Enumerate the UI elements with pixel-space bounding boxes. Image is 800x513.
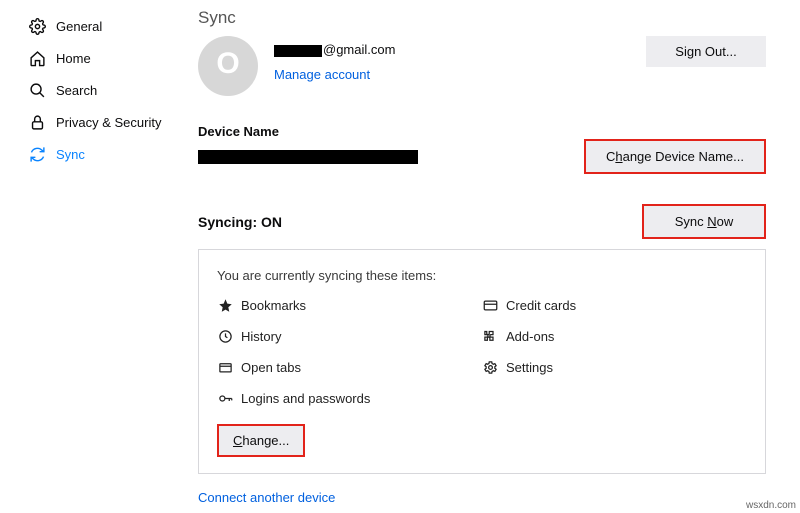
- avatar: O: [198, 36, 258, 96]
- sidebar-item-label: Sync: [56, 147, 85, 162]
- sync-item-addons: Add-ons: [482, 328, 747, 344]
- sync-item-logins: Logins and passwords: [217, 390, 482, 406]
- tabs-icon: [217, 359, 233, 375]
- lock-icon: [28, 113, 46, 131]
- puzzle-icon: [482, 328, 498, 344]
- change-sync-items-button[interactable]: Change...: [219, 426, 303, 455]
- device-name-label: Device Name: [198, 124, 766, 139]
- search-icon: [28, 81, 46, 99]
- sidebar-item-search[interactable]: Search: [28, 74, 180, 106]
- device-name-value: [198, 145, 578, 169]
- highlight-change-device: Change Device Name...: [584, 139, 766, 174]
- home-icon: [28, 49, 46, 67]
- sync-now-button[interactable]: Sync Now: [644, 206, 764, 237]
- sidebar-item-label: Search: [56, 83, 97, 98]
- sidebar-item-general[interactable]: General: [28, 10, 180, 42]
- page-title: Sync: [198, 8, 766, 28]
- star-icon: [217, 297, 233, 313]
- credit-card-icon: [482, 297, 498, 313]
- key-icon: [217, 390, 233, 406]
- watermark: wsxdn.com: [746, 500, 796, 511]
- main-content: Sync O @gmail.com Manage account Sign Ou…: [180, 0, 800, 513]
- sidebar-item-sync[interactable]: Sync: [28, 138, 180, 170]
- sidebar-item-label: Home: [56, 51, 91, 66]
- change-device-name-button[interactable]: Change Device Name...: [586, 141, 764, 172]
- sidebar-item-privacy[interactable]: Privacy & Security: [28, 106, 180, 138]
- account-row: O @gmail.com Manage account Sign Out...: [198, 36, 766, 96]
- sync-item-history: History: [217, 328, 482, 344]
- syncing-intro: You are currently syncing these items:: [217, 268, 747, 283]
- sidebar-item-label: Privacy & Security: [56, 115, 161, 130]
- history-icon: [217, 328, 233, 344]
- sidebar-item-label: General: [56, 19, 102, 34]
- manage-account-link[interactable]: Manage account: [274, 67, 370, 82]
- syncing-panel: You are currently syncing these items: B…: [198, 249, 766, 474]
- sync-item-opentabs: Open tabs: [217, 359, 482, 375]
- sync-item-creditcards: Credit cards: [482, 297, 747, 313]
- sidebar-item-home[interactable]: Home: [28, 42, 180, 74]
- sync-item-bookmarks: Bookmarks: [217, 297, 482, 313]
- sign-out-button[interactable]: Sign Out...: [646, 36, 766, 67]
- gear-icon: [28, 17, 46, 35]
- redacted-device-name: [198, 150, 418, 164]
- highlight-change: Change...: [217, 424, 305, 457]
- syncing-status: Syncing: ON: [198, 214, 282, 230]
- redacted-email-user: [274, 45, 322, 57]
- connect-device-link[interactable]: Connect another device: [198, 490, 335, 505]
- account-email: @gmail.com: [274, 42, 646, 57]
- settings-sidebar: General Home Search Privacy & Security S…: [0, 0, 180, 513]
- sync-item-settings: Settings: [482, 359, 747, 375]
- sync-icon: [28, 145, 46, 163]
- highlight-sync-now: Sync Now: [642, 204, 766, 239]
- gear-icon: [482, 359, 498, 375]
